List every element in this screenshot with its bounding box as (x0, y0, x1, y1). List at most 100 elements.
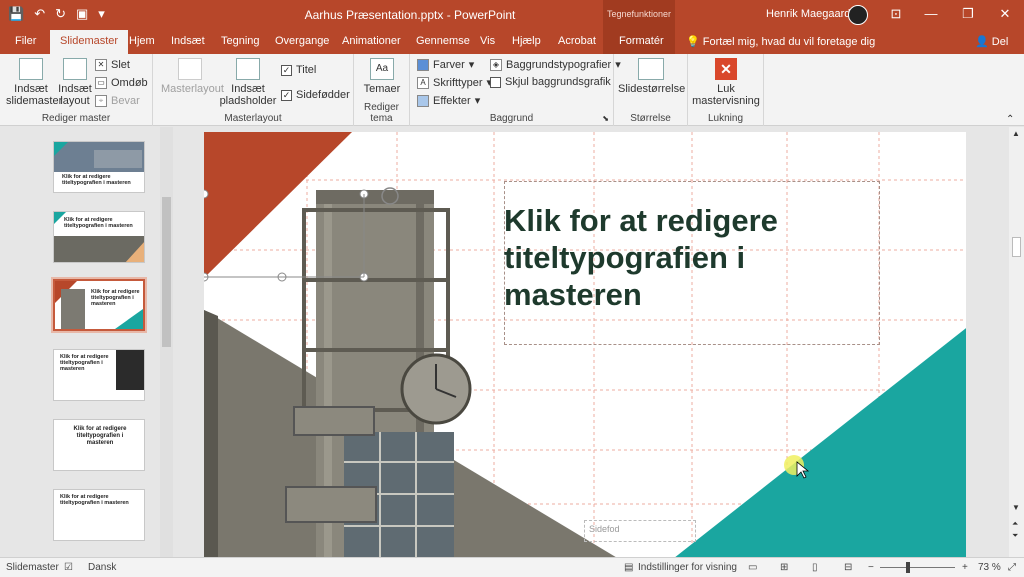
zoom-slider[interactable] (880, 567, 955, 568)
undo-icon[interactable]: ↶ (34, 6, 45, 22)
rename-button[interactable]: ▭ Omdøb (95, 77, 148, 89)
slide[interactable]: Klik for at redigere titeltypografien i … (204, 132, 966, 557)
pin-icon: ⌖ (95, 95, 107, 107)
view-name: Slidemaster (6, 562, 59, 573)
checkbox-icon (490, 76, 501, 88)
colors-icon (417, 58, 429, 71)
display-settings-button[interactable]: Indstillinger for visning (638, 562, 737, 573)
language[interactable]: Dansk (88, 562, 116, 573)
context-group-label: Tegnefunktioner (603, 0, 675, 30)
slidemaster-icon (19, 58, 43, 80)
status-bar: Slidemaster ☑ Dansk ▤ Indstillinger for … (0, 557, 1024, 577)
title-checkbox[interactable]: ✓ Titel (281, 64, 316, 76)
group-baggrund: Farver ▾ ASkrifttyper ▾ Effekter ▾ ◈Bagg… (410, 54, 621, 126)
insert-slidemaster-button[interactable]: Indsæt slidemaster (6, 58, 62, 107)
colors-dropdown[interactable]: Farver ▾ (417, 58, 474, 71)
thumbnail-6[interactable]: Klik for at redigere titeltypografien i … (53, 489, 145, 541)
thumbnail-5[interactable]: Klik for at redigere titeltypografien i … (53, 419, 145, 471)
hide-bg-checkbox[interactable]: Skjul baggrundsgrafik (490, 76, 611, 88)
ribbon: Indsæt slidemaster Indsæt layout ✕ Slet ▭… (0, 54, 1024, 126)
restore-icon[interactable]: ❐ (958, 6, 978, 22)
reading-view-icon[interactable]: ▯ (812, 562, 818, 573)
tell-me-search[interactable]: 💡 Fortæl mig, hvad du vil foretage dig (686, 35, 875, 48)
group-label: Rediger tema (363, 102, 400, 124)
slide-title[interactable]: Klik for at redigere titeltypografien i … (504, 202, 874, 313)
effects-dropdown[interactable]: Effekter ▾ (417, 94, 480, 107)
save-icon[interactable]: 💾 (8, 6, 24, 22)
scrollbar-thumb[interactable] (162, 197, 171, 347)
person-icon: 👤 (975, 36, 992, 48)
bg-styles-dropdown[interactable]: ◈ Baggrundstypografier ▾ (490, 58, 621, 71)
thumbnail-scrollbar[interactable] (160, 127, 173, 557)
zoom-out-icon[interactable]: − (868, 562, 874, 573)
delete-button[interactable]: ✕ Slet (95, 59, 130, 71)
slideshow-view-icon[interactable]: ⊟ (844, 562, 852, 573)
powerpoint-window: 💾 ↶ ↻ ▣ ▾ Aarhus Præsentation.pptx - Pow… (0, 0, 1024, 577)
tab-vis[interactable]: Vis (480, 35, 495, 47)
layout-icon (63, 58, 87, 80)
thumbnail-1[interactable]: Klik for at redigere titeltypografien i … (53, 141, 145, 193)
minimize-icon[interactable]: — (921, 6, 941, 21)
avatar[interactable] (848, 5, 868, 25)
tab-filer[interactable]: Filer (15, 35, 36, 47)
tab-slidemaster[interactable]: Slidemaster (50, 30, 129, 54)
group-label: Masterlayout (224, 113, 282, 124)
scroll-down-icon[interactable]: ▼ (1012, 503, 1020, 512)
insert-placeholder-button[interactable]: Indsæt pladsholder (219, 58, 277, 107)
tab-animationer[interactable]: Animationer (342, 35, 401, 47)
preserve-button[interactable]: ⌖ Bevar (95, 95, 140, 107)
fit-slide-icon[interactable]: ⤢ (1008, 562, 1016, 573)
normal-view-icon[interactable]: ▭ (748, 562, 757, 573)
scroll-up-icon[interactable]: ▲ (1012, 129, 1020, 138)
spellcheck-icon[interactable]: ☑ (64, 562, 73, 573)
tab-hjem[interactable]: Hjem (129, 35, 155, 47)
dialog-launcher-icon[interactable]: ⬊ (602, 114, 609, 123)
tab-indsaet[interactable]: Indsæt (171, 35, 205, 47)
group-label: Baggrund (489, 113, 534, 124)
collapse-ribbon-icon[interactable]: ⌃ (1006, 114, 1014, 125)
zoom-in-icon[interactable]: + (962, 562, 968, 573)
teal-triangle (675, 328, 966, 557)
scrollbar-thumb[interactable] (1012, 237, 1021, 257)
zoom-slider-knob[interactable] (906, 562, 910, 573)
tab-tegning[interactable]: Tegning (221, 35, 260, 47)
close-master-view-button[interactable]: ✕ Luk mastervisning (692, 58, 760, 107)
present-icon[interactable]: ▣ (76, 6, 88, 22)
tab-formater[interactable]: Formatér (619, 35, 664, 47)
user-name[interactable]: Henrik Maegaard (766, 8, 850, 20)
sorter-view-icon[interactable]: ⊞ (780, 562, 788, 573)
canvas-scrollbar[interactable]: ▲ ▼ ⏶ ⏷ (1009, 127, 1024, 557)
masterlayout-icon (178, 58, 202, 80)
tab-overgange[interactable]: Overgange (275, 35, 329, 47)
next-slide-icon[interactable]: ⏷ (1012, 531, 1018, 541)
document-title: Aarhus Præsentation.pptx - PowerPoint (304, 8, 516, 22)
ribbon-display-icon[interactable]: ⊡ (886, 6, 906, 22)
thumbnail-4[interactable]: Klik for at redigere titeltypografien i … (53, 349, 145, 401)
thumbnail-3[interactable]: Klik for at redigere titeltypografien i … (53, 279, 145, 331)
masterlayout-button[interactable]: Masterlayout (161, 58, 224, 95)
footers-checkbox[interactable]: ✓ Sidefødder (281, 89, 350, 101)
group-storrelse: Slidestørrelse Størrelse (614, 54, 688, 126)
group-label: Størrelse (630, 113, 671, 124)
footer-placeholder[interactable]: Sidefod (584, 520, 696, 542)
share-button[interactable]: 👤 Del (975, 35, 1008, 48)
themes-button[interactable]: Aa Temaer (362, 58, 402, 95)
tab-acrobat[interactable]: Acrobat (558, 35, 596, 47)
tab-gennemse[interactable]: Gennemse (416, 35, 470, 47)
customize-qat-icon[interactable]: ▾ (98, 6, 105, 22)
group-lukning: ✕ Luk mastervisning Lukning (688, 54, 764, 126)
display-settings-icon[interactable]: ▤ (624, 562, 633, 573)
slide-size-button[interactable]: Slidestørrelse (618, 58, 685, 95)
tab-hjaelp[interactable]: Hjælp (512, 35, 541, 47)
effects-icon (417, 94, 429, 107)
redo-icon[interactable]: ↻ (55, 6, 66, 22)
ribbon-tabs: Filer Slidemaster Hjem Indsæt Tegning Ov… (0, 30, 1024, 54)
close-icon[interactable]: ✕ (995, 6, 1015, 22)
fonts-dropdown[interactable]: ASkrifttyper ▾ (417, 76, 492, 89)
themes-icon: Aa (370, 58, 394, 80)
zoom-level[interactable]: 73 % (978, 562, 1001, 573)
group-rediger-tema: Aa Temaer Rediger tema (354, 54, 410, 126)
insert-layout-button[interactable]: Indsæt layout (58, 58, 92, 107)
thumbnail-2[interactable]: Klik for at redigere titeltypografien i … (53, 211, 145, 263)
previous-slide-icon[interactable]: ⏶ (1012, 519, 1018, 529)
